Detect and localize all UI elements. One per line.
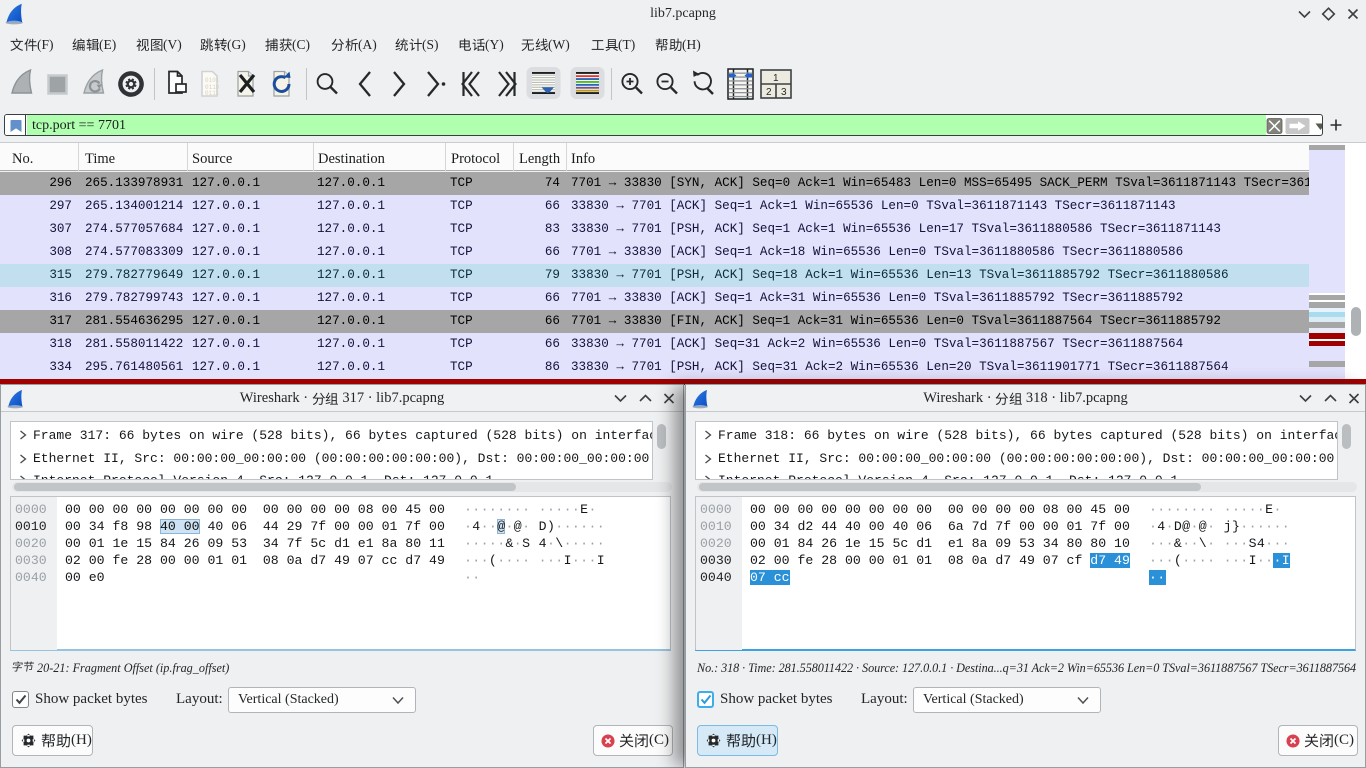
svg-text:1: 1 (773, 73, 779, 84)
svg-text:2: 2 (766, 87, 772, 98)
svg-text:0111: 0111 (205, 90, 220, 97)
svg-text:3: 3 (781, 87, 787, 98)
svg-text:0101: 0101 (205, 77, 220, 84)
